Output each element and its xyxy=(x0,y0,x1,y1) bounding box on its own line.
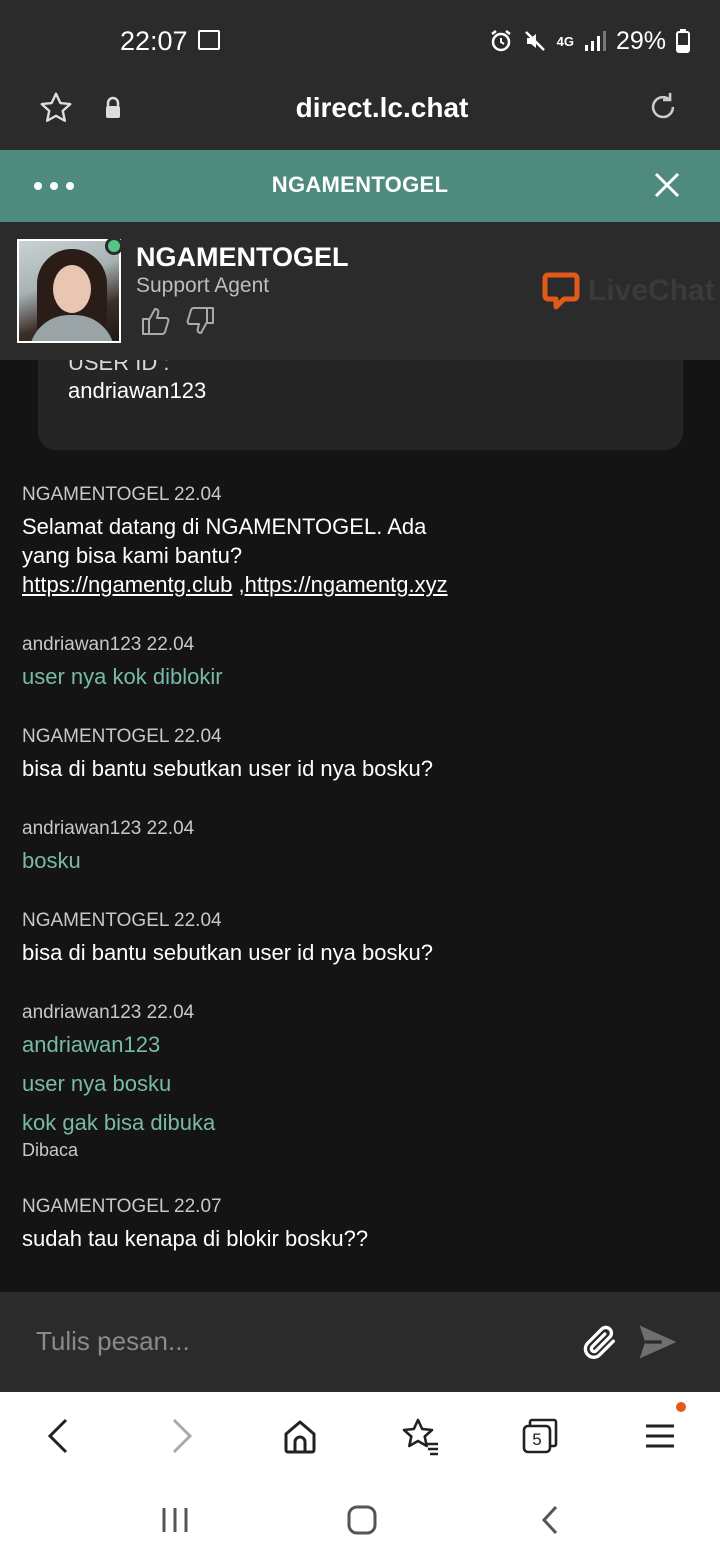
message-line: yang bisa kami bantu? xyxy=(22,543,243,568)
thumbs-up-icon[interactable] xyxy=(140,306,172,336)
menu-notification-dot xyxy=(676,1402,686,1412)
form-field-value: andriawan123 xyxy=(68,378,207,403)
gallery-notification-icon xyxy=(198,30,220,50)
message-text: bisa di bantu sebutkan user id nya bosku… xyxy=(22,940,433,965)
message-text: bosku xyxy=(22,848,81,873)
mute-icon xyxy=(524,31,545,51)
livechat-brand: LiveChat xyxy=(588,274,715,307)
message-links: https://ngamentg.club ,https://ngamentg.… xyxy=(22,570,542,599)
status-time: 22:07 xyxy=(120,26,188,56)
chat-topbar: NGAMENTOGEL xyxy=(0,150,720,222)
livechat-logo-icon xyxy=(542,272,580,310)
battery-percent: 29% xyxy=(615,26,666,55)
browser-url-bar: direct.lc.chat xyxy=(0,80,720,150)
link-separator: , xyxy=(232,572,245,597)
message-input[interactable]: Tulis pesan... xyxy=(36,1326,190,1357)
agent-avatar xyxy=(17,239,121,343)
message-meta: NGAMENTOGEL 22.07 xyxy=(22,1196,222,1217)
back-nav-icon[interactable] xyxy=(538,1504,562,1536)
message-text: kok gak bisa dibuka xyxy=(22,1110,216,1135)
status-indicators: 4G 29% xyxy=(489,24,690,58)
menu-icon[interactable] xyxy=(644,1416,676,1456)
message-text: user nya bosku xyxy=(22,1071,172,1096)
message-meta: NGAMENTOGEL 22.04 xyxy=(22,726,222,747)
paperclip-icon[interactable] xyxy=(580,1322,620,1362)
send-icon[interactable] xyxy=(636,1320,680,1364)
battery-icon xyxy=(676,29,690,53)
link-ngamentg-xyz[interactable]: https://ngamentg.xyz xyxy=(245,572,448,597)
home-icon[interactable] xyxy=(282,1416,318,1456)
message-text: sudah tau kenapa di blokir bosku?? xyxy=(22,1226,369,1251)
link-ngamentg-club[interactable]: https://ngamentg.club xyxy=(22,572,232,597)
system-nav-bar xyxy=(0,1480,720,1560)
message-text: andriawan123 xyxy=(22,1032,161,1057)
message-meta: andriawan123 22.04 xyxy=(22,634,195,655)
tabs-count: 5 xyxy=(532,1430,542,1449)
message-composer: Tulis pesan... xyxy=(0,1292,720,1392)
status-bar: 22:07 4G 29% xyxy=(0,0,720,80)
url-text[interactable]: direct.lc.chat xyxy=(0,92,720,124)
message-text: bisa di bantu sebutkan user id nya bosku… xyxy=(22,756,433,781)
message-line: Selamat datang di NGAMENTOGEL. Ada xyxy=(22,514,427,539)
read-receipt: Dibaca xyxy=(22,1140,79,1160)
form-field-label: USER ID : xyxy=(68,360,170,375)
message-meta: NGAMENTOGEL 22.04 xyxy=(22,484,222,505)
thumbs-down-icon[interactable] xyxy=(184,306,216,336)
back-icon[interactable] xyxy=(44,1416,74,1456)
message-meta: NGAMENTOGEL 22.04 xyxy=(22,910,222,931)
tabs-button[interactable]: 5 xyxy=(520,1416,560,1456)
prechat-form-card: USER ID : andriawan123 xyxy=(38,360,683,450)
agent-role: Support Agent xyxy=(136,274,270,297)
message-meta: andriawan123 22.04 xyxy=(22,818,195,839)
message-text: user nya kok diblokir xyxy=(22,664,223,689)
bookmarks-icon[interactable] xyxy=(400,1416,440,1456)
recent-apps-icon[interactable] xyxy=(158,1504,192,1536)
forward-icon[interactable] xyxy=(166,1416,196,1456)
message-meta: andriawan123 22.04 xyxy=(22,1002,195,1023)
chat-title: NGAMENTOGEL xyxy=(271,172,449,197)
online-status-dot xyxy=(105,237,123,255)
message-list[interactable]: USER ID : andriawan123 NGAMENTOGEL 22.04… xyxy=(0,360,720,1290)
browser-toolbar: 5 xyxy=(0,1392,720,1480)
agent-name: NGAMENTOGEL xyxy=(136,242,349,272)
agent-card: NGAMENTOGEL Support Agent LiveChat xyxy=(0,222,720,360)
network-type-label: 4G xyxy=(556,33,574,49)
alarm-icon xyxy=(490,30,511,52)
livechat-logo: LiveChat xyxy=(542,272,715,310)
reload-icon[interactable] xyxy=(646,90,680,124)
home-nav-icon[interactable] xyxy=(344,1504,380,1536)
message-text: Selamat datang di NGAMENTOGEL. Ada yang … xyxy=(22,512,542,599)
close-icon[interactable] xyxy=(652,170,682,200)
signal-icon xyxy=(584,31,606,51)
